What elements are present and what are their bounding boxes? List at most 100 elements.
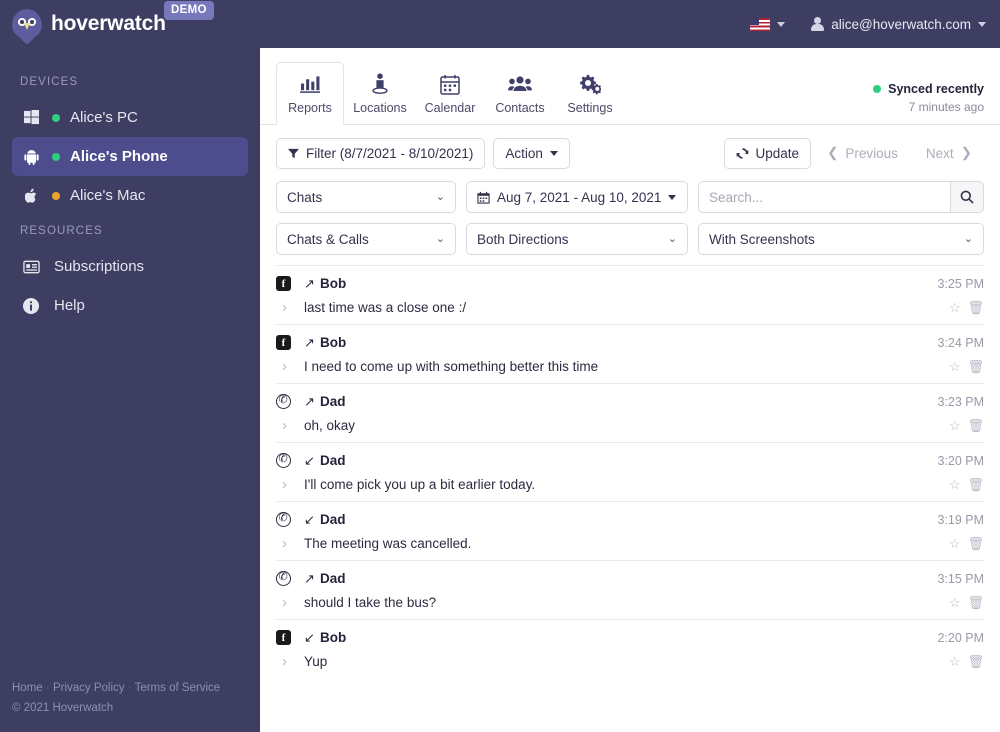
message-contact-name: Dad	[320, 571, 346, 586]
chevron-down-icon: ⌄	[667, 232, 677, 245]
next-button[interactable]: Next ❯	[914, 137, 984, 169]
message-row[interactable]: ↗Dad3:23 PM›oh, okay☆🗑	[276, 383, 984, 442]
facebook-icon: f	[276, 335, 291, 350]
sidebar-item-alices-mac[interactable]: Alice's Mac	[12, 176, 248, 215]
filter-row-2: Chats & Calls ⌄ Both Directions ⌄ With S…	[276, 223, 984, 255]
sidebar-item-subscriptions[interactable]: Subscriptions	[12, 247, 248, 286]
message-text: Yup	[304, 654, 328, 669]
update-button[interactable]: Update	[723, 137, 812, 169]
message-row-body: › should I take the bus? ☆ 🗑	[276, 595, 984, 610]
message-app-icon	[276, 393, 304, 409]
sidebar: DEVICES Alice's PC Alice's Phone Alice's…	[0, 48, 260, 732]
windows-icon	[20, 110, 42, 125]
message-row[interactable]: ↙ Dad 3:20 PM ›I'll come pick you up a bit …	[276, 442, 984, 501]
trash-icon[interactable]: 🗑	[967, 360, 984, 373]
owl-icon	[18, 18, 36, 30]
message-row[interactable]: ↗Dad3:15 PM›should I take the bus?☆🗑	[276, 560, 984, 619]
trash-icon[interactable]: 🗑	[967, 537, 984, 550]
trash-icon[interactable]: 🗑	[967, 301, 984, 314]
tab-contacts[interactable]: Contacts	[486, 62, 554, 124]
report-type-value: Chats	[287, 189, 323, 205]
tab-label: Contacts	[495, 101, 545, 115]
sidebar-item-help[interactable]: Help	[12, 286, 248, 325]
top-header-bar: hoverwatch DEMO alice@hoverwatch.com	[0, 0, 1000, 48]
trash-icon[interactable]: 🗑	[967, 655, 984, 668]
footer-link-privacy-policy[interactable]: Privacy Policy	[53, 682, 125, 694]
brand-logo[interactable]: hoverwatch DEMO	[12, 1, 214, 39]
sidebar-item-label: Alice's Phone	[70, 148, 168, 165]
expand-chevron-icon[interactable]: ›	[276, 477, 304, 492]
star-icon[interactable]: ☆	[949, 655, 961, 668]
expand-chevron-icon[interactable]: ›	[276, 418, 304, 433]
chevron-down-icon	[777, 21, 786, 27]
tab-settings[interactable]: Settings	[556, 62, 624, 124]
sidebar-item-label: Alice's Mac	[70, 187, 146, 204]
footer-link-home[interactable]: Home	[12, 682, 43, 694]
trash-icon[interactable]: 🗑	[967, 419, 984, 432]
message-time: 3:19 PM	[937, 512, 984, 527]
report-type-select[interactable]: Chats ⌄	[276, 181, 456, 213]
category-value: Chats & Calls	[287, 231, 369, 247]
outgoing-arrow-icon: ↗	[304, 335, 315, 350]
trash-icon[interactable]: 🗑	[967, 596, 984, 609]
message-text: I'll come pick you up a bit earlier toda…	[304, 477, 536, 492]
page-body: DEVICES Alice's PC Alice's Phone Alice's…	[0, 48, 1000, 732]
outgoing-arrow-icon: ↗	[304, 571, 315, 586]
bar-chart-icon	[277, 71, 343, 97]
action-toolbar: Filter (8/7/2021 - 8/10/2021) Action Upd…	[260, 125, 1000, 179]
message-actions: ☆ 🗑	[949, 655, 984, 668]
expand-chevron-icon[interactable]: ›	[276, 654, 304, 669]
date-range-picker[interactable]: Aug 7, 2021 - Aug 10, 2021	[466, 181, 688, 213]
filter-panel: Chats ⌄ Aug 7, 2021 - Aug 10, 2021 Searc…	[260, 179, 1000, 265]
expand-chevron-icon[interactable]: ›	[276, 595, 304, 610]
star-icon[interactable]: ☆	[949, 360, 961, 373]
previous-button[interactable]: ❮ Previous	[815, 137, 910, 169]
owl-beak	[24, 23, 30, 30]
star-icon[interactable]: ☆	[949, 478, 961, 491]
footer-link-terms-of-service[interactable]: Terms of Service	[135, 682, 221, 694]
search-button[interactable]	[950, 181, 984, 213]
search-input[interactable]	[698, 181, 950, 213]
star-icon[interactable]: ☆	[949, 596, 961, 609]
direction-select[interactable]: Both Directions ⌄	[466, 223, 688, 255]
sidebar-item-alices-phone[interactable]: Alice's Phone	[12, 137, 248, 176]
sidebar-item-alices-pc[interactable]: Alice's PC	[12, 98, 248, 137]
message-row[interactable]: ↙Dad3:19 PM›The meeting was cancelled.☆🗑	[276, 501, 984, 560]
tab-reports[interactable]: Reports	[276, 62, 344, 125]
message-app-icon	[276, 511, 304, 527]
message-actions: ☆ 🗑	[949, 478, 984, 491]
star-icon[interactable]: ☆	[949, 301, 961, 314]
whatsapp-icon	[276, 452, 291, 468]
filter-button-label: Filter (8/7/2021 - 8/10/2021)	[306, 145, 474, 161]
filter-button[interactable]: Filter (8/7/2021 - 8/10/2021)	[276, 137, 486, 169]
trash-icon[interactable]: 🗑	[967, 478, 984, 491]
user-menu[interactable]: alice@hoverwatch.com	[811, 17, 986, 32]
apple-icon	[20, 188, 42, 204]
language-selector[interactable]	[750, 17, 786, 31]
sidebar-item-label: Help	[54, 297, 85, 314]
chevron-down-icon: ⌄	[963, 232, 973, 245]
header-right-controls: alice@hoverwatch.com	[750, 17, 986, 32]
owl-pin-logo-icon	[12, 9, 42, 39]
filter-row-1: Chats ⌄ Aug 7, 2021 - Aug 10, 2021	[276, 181, 984, 213]
message-row[interactable]: f ↙ Bob 2:20 PM › Yup ☆ 🗑	[276, 619, 984, 678]
star-icon[interactable]: ☆	[949, 537, 961, 550]
message-time: 3:20 PM	[937, 453, 984, 468]
message-actions: ☆ 🗑	[949, 301, 984, 314]
sync-status-text: Synced recently	[888, 82, 984, 96]
next-button-label: Next	[925, 145, 954, 161]
expand-chevron-icon[interactable]: ›	[276, 359, 304, 374]
screenshots-select[interactable]: With Screenshots ⌄	[698, 223, 984, 255]
star-icon[interactable]: ☆	[949, 419, 961, 432]
expand-chevron-icon[interactable]: ›	[276, 536, 304, 551]
action-dropdown-button[interactable]: Action	[493, 137, 570, 169]
us-flag-icon	[750, 17, 771, 31]
category-select[interactable]: Chats & Calls ⌄	[276, 223, 456, 255]
message-row[interactable]: f ↗ Bob 3:24 PM › I need to come up with some…	[276, 324, 984, 383]
tab-calendar[interactable]: Calendar	[416, 62, 484, 124]
message-row[interactable]: f ↗ Bob 3:25 PM › last time was a close one :…	[276, 265, 984, 324]
update-button-label: Update	[755, 145, 800, 161]
expand-chevron-icon[interactable]: ›	[276, 300, 304, 315]
message-text: The meeting was cancelled.	[304, 536, 472, 551]
tab-locations[interactable]: Locations	[346, 62, 414, 124]
